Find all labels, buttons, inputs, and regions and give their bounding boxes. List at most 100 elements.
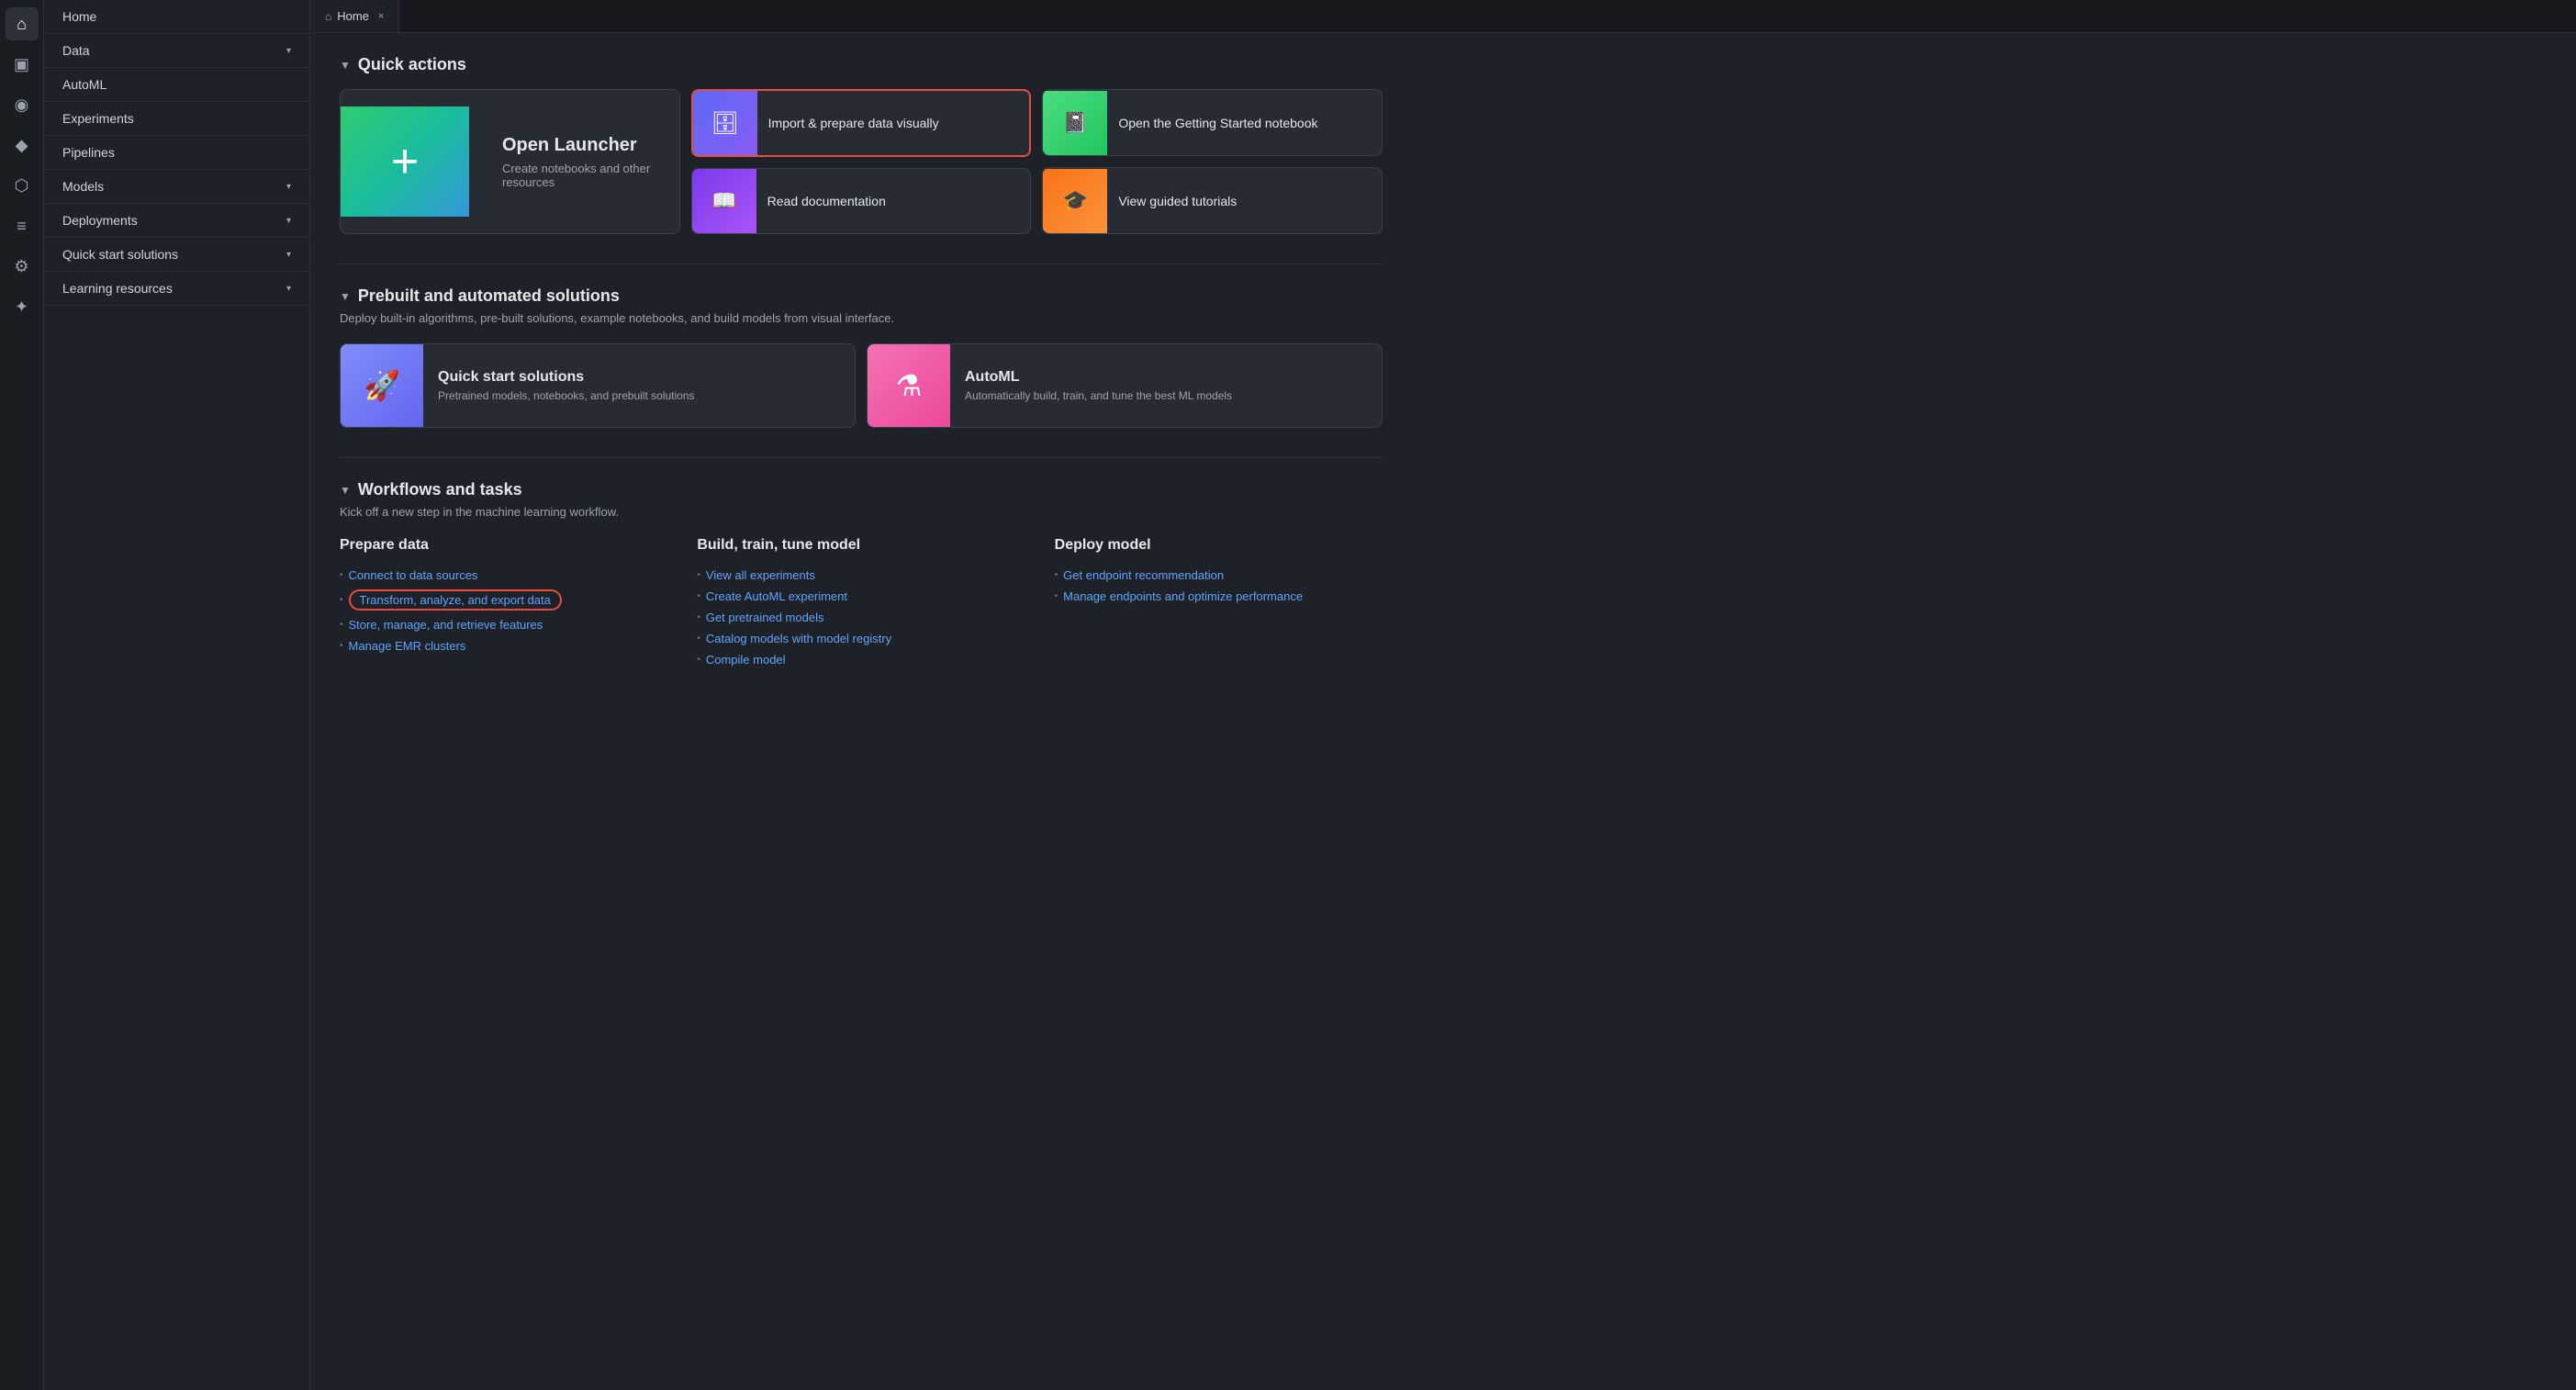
bullet-icon: • [340, 595, 343, 605]
bullet-icon: • [697, 633, 700, 644]
bullet-icon: • [1055, 570, 1058, 580]
book-icon: 📖 [711, 189, 736, 213]
quick-start-text: Quick start solutions Pretrained models,… [423, 358, 710, 413]
prepare-data-list: • Connect to data sources • Transform, a… [340, 565, 667, 656]
prepare-data-col: Prepare data • Connect to data sources •… [340, 537, 667, 670]
solutions-grid: 🚀 Quick start solutions Pretrained model… [340, 343, 1383, 428]
automl-icon-rail[interactable]: ◉ [6, 88, 39, 121]
sidebar-item-data[interactable]: Data ▾ [44, 34, 309, 68]
launcher-text: Open Launcher Create notebooks and other… [487, 120, 679, 204]
deploy-model-col: Deploy model • Get endpoint recommendati… [1055, 537, 1383, 670]
workflows-header: ▼ Workflows and tasks [340, 480, 1383, 499]
chevron-down-icon: ▾ [286, 250, 291, 260]
bullet-icon: • [340, 641, 343, 651]
rocket-icon-box: 🚀 [341, 344, 423, 427]
bullet-icon: • [340, 620, 343, 630]
triangle-icon-2: ▼ [340, 290, 351, 303]
content-area: ▼ Quick actions + Open Launcher Create n… [310, 33, 1412, 692]
prebuilt-solutions-header: ▼ Prebuilt and automated solutions [340, 286, 1383, 306]
home-icon-rail[interactable]: ⌂ [6, 7, 39, 40]
automl-card[interactable]: ⚗ AutoML Automatically build, train, and… [867, 343, 1383, 428]
import-card-text: Import & prepare data visually [768, 105, 950, 141]
compile-model-link[interactable]: • Compile model [697, 649, 1025, 670]
import-icon-box: 🗄 [693, 91, 757, 155]
chevron-down-icon: ▾ [286, 216, 291, 226]
bullet-icon: • [697, 591, 700, 601]
icon-rail: ⌂ ▣ ◉ ◆ ⬡ ≡ ⚙ ✦ [0, 0, 44, 1390]
deployments-icon-rail[interactable]: ⚙ [6, 250, 39, 283]
database-icon: 🗄 [711, 110, 738, 137]
flask-icon-box: ⚗ [868, 344, 950, 427]
quick-actions-header: ▼ Quick actions [340, 55, 1383, 74]
tab-label: Home [337, 9, 369, 23]
open-launcher-card[interactable]: + Open Launcher Create notebooks and oth… [340, 89, 680, 234]
experiments-icon-rail[interactable]: ◆ [6, 129, 39, 162]
graduation-icon: 🎓 [1063, 189, 1088, 213]
bullet-icon: • [1055, 591, 1058, 601]
pipelines-icon-rail[interactable]: ⬡ [6, 169, 39, 202]
workflows-subtitle: Kick off a new step in the machine learn… [340, 505, 1383, 519]
quick-start-solutions-card[interactable]: 🚀 Quick start solutions Pretrained model… [340, 343, 856, 428]
divider-1 [340, 263, 1383, 264]
transform-data-link[interactable]: • Transform, analyze, and export data [340, 586, 667, 614]
getting-started-card[interactable]: 📓 Open the Getting Started notebook [1042, 89, 1383, 156]
docs-card-text: Read documentation [767, 183, 897, 219]
pretrained-models-link[interactable]: • Get pretrained models [697, 607, 1025, 628]
model-registry-link[interactable]: • Catalog models with model registry [697, 628, 1025, 649]
models-icon-rail[interactable]: ≡ [6, 209, 39, 242]
divider-2 [340, 457, 1383, 458]
triangle-icon-3: ▼ [340, 484, 351, 497]
import-data-card[interactable]: 🗄 Import & prepare data visually [691, 89, 1032, 157]
bullet-icon: • [697, 570, 700, 580]
quick-actions-layout: + Open Launcher Create notebooks and oth… [340, 89, 1383, 234]
plus-icon: + [391, 134, 419, 189]
notebook-icon: 📓 [1063, 111, 1088, 135]
tutorials-icon-box: 🎓 [1043, 169, 1107, 233]
sidebar-item-deployments[interactable]: Deployments ▾ [44, 204, 309, 238]
manage-endpoints-link[interactable]: • Manage endpoints and optimize performa… [1055, 586, 1383, 607]
endpoint-recommendation-link[interactable]: • Get endpoint recommendation [1055, 565, 1383, 586]
sidebar-item-home[interactable]: Home [44, 0, 309, 34]
sidebar-item-pipelines[interactable]: Pipelines [44, 136, 309, 170]
launcher-icon: + [341, 106, 469, 217]
bullet-icon: • [697, 655, 700, 665]
build-train-col: Build, train, tune model • View all expe… [697, 537, 1025, 670]
sidebar-item-models[interactable]: Models ▾ [44, 170, 309, 204]
build-train-list: • View all experiments • Create AutoML e… [697, 565, 1025, 670]
rocket-icon: 🚀 [364, 368, 400, 403]
chevron-down-icon: ▾ [286, 46, 291, 56]
view-experiments-link[interactable]: • View all experiments [697, 565, 1025, 586]
sidebar-item-quick-start[interactable]: Quick start solutions ▾ [44, 238, 309, 272]
middle-cards: 🗄 Import & prepare data visually 📖 Read … [691, 89, 1032, 234]
prebuilt-subtitle: Deploy built-in algorithms, pre-built so… [340, 311, 1383, 325]
tab-home[interactable]: ⌂ Home × [310, 0, 399, 32]
connect-data-sources-link[interactable]: • Connect to data sources [340, 565, 667, 586]
read-docs-card[interactable]: 📖 Read documentation [691, 168, 1032, 234]
deploy-model-list: • Get endpoint recommendation • Manage e… [1055, 565, 1383, 607]
data-icon-rail[interactable]: ▣ [6, 48, 39, 81]
automl-text: AutoML Automatically build, train, and t… [950, 358, 1247, 413]
tab-bar: ⌂ Home × [310, 0, 2576, 33]
flask-icon: ⚗ [896, 368, 923, 403]
home-icon: ⌂ [325, 10, 331, 23]
solutions-icon-rail[interactable]: ✦ [6, 290, 39, 323]
close-icon[interactable]: × [378, 11, 384, 22]
sidebar-item-learning[interactable]: Learning resources ▾ [44, 272, 309, 306]
notebook-icon-box: 📓 [1043, 91, 1107, 155]
emr-link[interactable]: • Manage EMR clusters [340, 635, 667, 656]
sidebar: Home Data ▾ AutoML Experiments Pipelines… [44, 0, 310, 1390]
sidebar-item-experiments[interactable]: Experiments [44, 102, 309, 136]
right-cards: 📓 Open the Getting Started notebook 🎓 Vi… [1042, 89, 1383, 234]
bullet-icon: • [697, 612, 700, 622]
bullet-icon: • [340, 570, 343, 580]
workflows-grid: Prepare data • Connect to data sources •… [340, 537, 1383, 670]
triangle-icon: ▼ [340, 59, 351, 72]
chevron-down-icon: ▾ [286, 284, 291, 294]
getting-started-text: Open the Getting Started notebook [1118, 105, 1328, 141]
tutorials-card[interactable]: 🎓 View guided tutorials [1042, 167, 1383, 234]
features-link[interactable]: • Store, manage, and retrieve features [340, 614, 667, 635]
create-automl-link[interactable]: • Create AutoML experiment [697, 586, 1025, 607]
main-content: ▼ Quick actions + Open Launcher Create n… [310, 33, 2576, 1390]
chevron-down-icon: ▾ [286, 182, 291, 192]
sidebar-item-automl[interactable]: AutoML [44, 68, 309, 102]
